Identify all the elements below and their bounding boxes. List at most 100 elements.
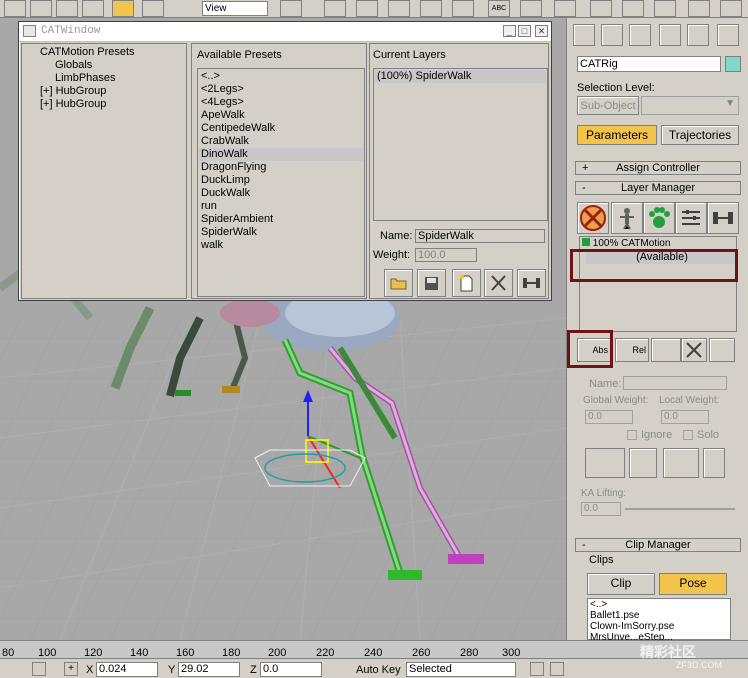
- bind-space-warp-icon[interactable]: [388, 0, 410, 17]
- layer-name-field-cmd[interactable]: [623, 376, 727, 390]
- auto-key-button[interactable]: Auto Key: [356, 664, 401, 676]
- layer-list[interactable]: (100%) SpiderWalk: [373, 68, 548, 221]
- link-icon[interactable]: [324, 0, 346, 17]
- absolute-mode-icon[interactable]: +: [64, 662, 78, 676]
- layer-row[interactable]: (100%) SpiderWalk: [375, 70, 546, 83]
- rotate-icon[interactable]: [142, 0, 164, 17]
- list-item[interactable]: Ballet1.pse: [590, 610, 730, 621]
- render-icon[interactable]: [720, 0, 742, 17]
- sub-object-dropdown[interactable]: ▼: [641, 96, 739, 115]
- schematic-icon[interactable]: [554, 0, 576, 17]
- list-item[interactable]: <4Legs>: [199, 96, 363, 109]
- pivot-icon[interactable]: [280, 0, 302, 17]
- clip-button[interactable]: Clip: [587, 573, 655, 595]
- maximize-icon[interactable]: □: [518, 25, 531, 37]
- render-setup-icon[interactable]: [622, 0, 644, 17]
- layer-off-icon[interactable]: [577, 202, 609, 234]
- list-item[interactable]: walk: [199, 239, 363, 252]
- layer-settings-icon[interactable]: [675, 202, 707, 234]
- select-by-name-icon[interactable]: [82, 0, 104, 17]
- previous-frame-icon[interactable]: [550, 662, 564, 676]
- go-to-start-icon[interactable]: [530, 662, 544, 676]
- material-editor-icon[interactable]: [590, 0, 612, 17]
- list-item[interactable]: SpiderWalk: [199, 226, 363, 239]
- layer-color-swatch[interactable]: [585, 448, 625, 478]
- move-icon[interactable]: [112, 0, 134, 17]
- list-item[interactable]: DragonFlying: [199, 161, 363, 174]
- tree-item-globals[interactable]: Globals: [55, 59, 92, 72]
- mirror-icon[interactable]: [420, 0, 442, 17]
- display-tab-icon[interactable]: [687, 24, 709, 46]
- save-icon[interactable]: [417, 269, 446, 297]
- create-tab-icon[interactable]: [573, 24, 595, 46]
- trajectories-tab[interactable]: Trajectories: [661, 125, 739, 145]
- ignore-checkbox[interactable]: [627, 430, 637, 440]
- minimize-icon[interactable]: _: [503, 25, 516, 37]
- tree-item-limbphases[interactable]: LimbPhases: [55, 72, 116, 85]
- ka-lifting-slider[interactable]: [625, 508, 735, 510]
- hierarchy-tab-icon[interactable]: [629, 24, 651, 46]
- select-icon[interactable]: [4, 0, 26, 17]
- utilities-tab-icon[interactable]: [717, 24, 739, 46]
- animation-mode-icon[interactable]: [643, 202, 675, 234]
- quick-render-icon[interactable]: [688, 0, 710, 17]
- sub-object-button[interactable]: Sub-Object: [577, 96, 639, 115]
- remove-layer-icon[interactable]: [681, 338, 707, 362]
- list-item[interactable]: run: [199, 200, 363, 213]
- ka-lifting-field[interactable]: 0.0: [581, 502, 621, 516]
- tree-item-hubgroup-1[interactable]: [+] HubGroup: [40, 85, 106, 98]
- ghost-icon[interactable]: [629, 448, 657, 478]
- move-layer-updown-icon[interactable]: [703, 448, 725, 478]
- close-icon[interactable]: ✕: [535, 25, 548, 37]
- list-item[interactable]: CrabWalk: [199, 135, 363, 148]
- new-icon[interactable]: [452, 269, 481, 297]
- list-item[interactable]: <..>: [590, 599, 730, 610]
- copy-layer-icon[interactable]: [709, 338, 735, 362]
- list-item[interactable]: DuckLimp: [199, 174, 363, 187]
- spell-check-icon[interactable]: ABC: [488, 0, 510, 17]
- unlink-icon[interactable]: [356, 0, 378, 17]
- select-region-icon[interactable]: [30, 0, 52, 17]
- layer-weight-field[interactable]: 100.0: [415, 248, 477, 262]
- layer-name-field[interactable]: SpiderWalk: [415, 229, 545, 243]
- layer-row[interactable]: 100% CATMotion: [582, 238, 670, 249]
- lock-selection-icon[interactable]: [32, 662, 46, 676]
- open-folder-icon[interactable]: [384, 269, 413, 297]
- render-frame-icon[interactable]: [654, 0, 676, 17]
- object-color-swatch[interactable]: [725, 56, 741, 72]
- align-icon[interactable]: [452, 0, 474, 17]
- reference-coordinate-combo[interactable]: View: [202, 1, 268, 16]
- assign-controller-rollout[interactable]: + Assign Controller: [575, 161, 741, 175]
- list-item[interactable]: Clown-ImSorry.pse: [590, 621, 730, 632]
- list-item-selected[interactable]: DinoWalk: [199, 148, 363, 161]
- weight-icon[interactable]: [707, 202, 739, 234]
- clip-file-list[interactable]: <..> Ballet1.pse Clown-ImSorry.pse MrsUn…: [587, 598, 731, 643]
- delete-icon[interactable]: [484, 269, 513, 297]
- tree-item-catmotion-presets[interactable]: CATMotion Presets: [40, 46, 135, 59]
- preset-list[interactable]: <..> <2Legs> <4Legs> ApeWalk CentipedeWa…: [197, 68, 365, 297]
- clip-manager-rollout[interactable]: - Clip Manager: [575, 538, 741, 552]
- solo-checkbox[interactable]: [683, 430, 693, 440]
- object-name-field[interactable]: CATRig: [577, 56, 721, 72]
- list-item[interactable]: ApeWalk: [199, 109, 363, 122]
- z-coord-field[interactable]: 0.0: [260, 662, 322, 677]
- layer-manager-rollout[interactable]: - Layer Manager: [575, 181, 741, 195]
- window-crossing-icon[interactable]: [56, 0, 78, 17]
- curve-editor-icon[interactable]: [520, 0, 542, 17]
- modify-tab-icon[interactable]: [601, 24, 623, 46]
- setup-mode-icon[interactable]: [611, 202, 643, 234]
- key-icon[interactable]: [663, 448, 699, 478]
- list-item[interactable]: CentipedeWalk: [199, 122, 363, 135]
- y-coord-field[interactable]: 29.02: [178, 662, 240, 677]
- cat-window-titlebar[interactable]: CATWindow _ □ ✕: [19, 22, 551, 42]
- rig-icon[interactable]: [517, 269, 546, 297]
- layer-stack-icon[interactable]: [651, 338, 681, 362]
- list-item[interactable]: <..>: [199, 70, 363, 83]
- parameters-tab[interactable]: Parameters: [577, 125, 657, 145]
- key-filter-dropdown[interactable]: Selected: [406, 662, 516, 677]
- list-item[interactable]: SpiderAmbient: [199, 213, 363, 226]
- motion-tab-icon[interactable]: [659, 24, 681, 46]
- tree-item-hubgroup-2[interactable]: [+] HubGroup: [40, 98, 106, 111]
- timeline-ruler[interactable]: 80 100 120 140 160 180 200 220 240 260 2…: [0, 640, 748, 659]
- local-weight-field[interactable]: 0.0: [661, 410, 709, 424]
